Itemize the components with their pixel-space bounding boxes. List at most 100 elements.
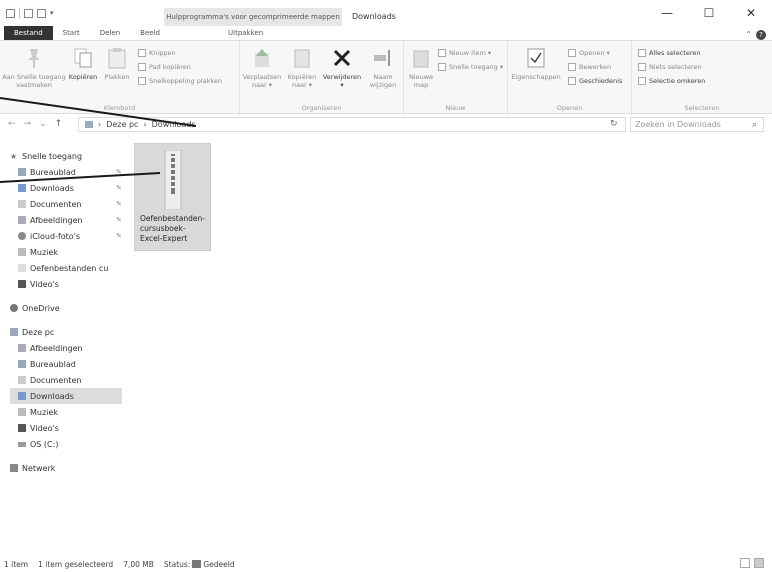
pin-quick-access-button[interactable]: Aan Snelle toegang vastmaken: [2, 47, 66, 89]
status-item-count: 1 item: [4, 559, 29, 569]
drive-icon: [18, 441, 26, 447]
search-input[interactable]: Zoeken in Downloads ⌕: [630, 117, 764, 132]
sidebar-item-desktop[interactable]: Bureaublad ✎: [10, 164, 122, 180]
checkmark-properties-icon: [527, 48, 545, 68]
rename-icon: [374, 50, 390, 66]
paste-shortcut-button[interactable]: Snelkoppeling plakken: [138, 77, 222, 85]
shortcut-icon: [138, 77, 146, 85]
copy-to-button[interactable]: Kopiëren naar ▾: [284, 47, 320, 89]
icloud-icon: [18, 232, 26, 240]
details-view-icon[interactable]: [740, 558, 750, 568]
select-none-icon: [638, 63, 646, 71]
ribbon-collapse-icon[interactable]: ⌃: [745, 30, 752, 39]
star-icon: ★: [10, 152, 18, 161]
paste-button[interactable]: Plakken: [102, 47, 132, 81]
copy-path-button[interactable]: Pad kopiëren: [138, 63, 191, 71]
cut-button[interactable]: Knippen: [138, 49, 176, 57]
search-icon[interactable]: ⌕: [752, 120, 757, 130]
pin-icon[interactable]: ✎: [116, 168, 122, 176]
open-button[interactable]: Openen ▾: [568, 49, 610, 57]
pictures-folder-icon: [18, 344, 26, 352]
properties-icon[interactable]: [24, 8, 33, 18]
refresh-button[interactable]: ↻: [610, 119, 618, 129]
pin-icon[interactable]: ✎: [116, 216, 122, 224]
easy-access-button[interactable]: Snelle toegang ▾: [438, 63, 503, 71]
sidebar-item-documents-quick[interactable]: Documenten ✎: [10, 196, 122, 212]
history-button[interactable]: Geschiedenis: [568, 77, 622, 85]
sidebar-item-music[interactable]: Muziek: [10, 404, 122, 420]
maximize-button[interactable]: ☐: [688, 0, 730, 26]
status-state-value: Gedeeld: [203, 559, 235, 569]
tab-start[interactable]: Start: [53, 26, 90, 40]
folder-icon[interactable]: [6, 8, 15, 18]
sidebar-item-network[interactable]: Netwerk: [10, 460, 122, 476]
edit-button[interactable]: Bewerken: [568, 63, 611, 71]
status-size: 7,00 MB: [123, 559, 154, 569]
sidebar-item-icloud-photos[interactable]: iCloud-foto's ✎: [10, 228, 122, 244]
group-new: Nieuwe map Nieuw item ▾ Snelle toegang ▾…: [404, 41, 508, 115]
sidebar-item-downloads-quick[interactable]: Downloads ✎: [10, 180, 122, 196]
select-all-button[interactable]: Alles selecteren: [638, 49, 700, 57]
pin-icon[interactable]: ✎: [116, 184, 122, 192]
history-icon: [568, 77, 576, 85]
breadcrumb-this-pc[interactable]: Deze pc: [106, 120, 138, 129]
delete-button[interactable]: Verwijderen ▾: [322, 47, 362, 89]
window-title: Downloads: [352, 12, 396, 21]
breadcrumb-separator: ›: [143, 120, 147, 129]
search-placeholder: Zoeken in Downloads: [635, 120, 721, 129]
music-folder-icon: [18, 408, 26, 416]
close-button[interactable]: ✕: [730, 0, 772, 26]
tab-file[interactable]: Bestand: [4, 26, 53, 40]
sidebar-item-videos[interactable]: Video's: [10, 420, 122, 436]
sidebar-item-music-quick[interactable]: Muziek: [10, 244, 122, 260]
sidebar-item-pictures[interactable]: Afbeeldingen: [10, 340, 122, 356]
new-folder-button[interactable]: Nieuwe map: [408, 47, 434, 89]
group-label-select: Selecteren: [684, 104, 720, 112]
properties-button[interactable]: Eigenschappen: [510, 47, 562, 81]
large-icons-view-icon[interactable]: [754, 558, 764, 568]
breadcrumb-downloads[interactable]: Downloads: [152, 120, 196, 129]
sidebar-item-drive-c[interactable]: OS (C:): [10, 436, 122, 452]
sidebar-item-oefenbestanden[interactable]: Oefenbestanden cu: [10, 260, 122, 276]
pin-icon[interactable]: ✎: [116, 232, 122, 240]
address-row: ← → ⌄ ↑ › Deze pc › Downloads ↻ Zoeken i…: [0, 114, 772, 134]
scissors-icon: [138, 49, 146, 57]
select-none-button[interactable]: Niets selecteren: [638, 63, 702, 71]
status-state-label: Status:: [163, 559, 191, 569]
new-item-button[interactable]: Nieuw item ▾: [438, 49, 491, 57]
pin-icon[interactable]: ✎: [116, 200, 122, 208]
invert-selection-button[interactable]: Selectie omkeren: [638, 77, 705, 85]
group-select: Alles selecteren Niets selecteren Select…: [632, 41, 772, 115]
sidebar-item-videos-quick[interactable]: Video's: [10, 276, 122, 292]
move-to-button[interactable]: Verplaatsen naar ▾: [242, 47, 282, 89]
sidebar-item-onedrive[interactable]: OneDrive: [10, 300, 122, 316]
group-label-new: Nieuw: [445, 104, 466, 112]
rename-button[interactable]: Naam wijzigen: [364, 47, 402, 89]
new-folder-icon[interactable]: [37, 8, 46, 18]
copy-to-icon: [294, 49, 310, 68]
sidebar-item-pictures-quick[interactable]: Afbeeldingen ✎: [10, 212, 122, 228]
help-icon[interactable]: ?: [756, 30, 766, 40]
sidebar-item-desktop-pc[interactable]: Bureaublad: [10, 356, 122, 372]
minimize-button[interactable]: —: [646, 0, 688, 26]
tab-share[interactable]: Delen: [90, 26, 130, 40]
sidebar-item-quick-access[interactable]: ★ Snelle toegang: [10, 148, 122, 164]
edit-icon: [568, 63, 576, 71]
file-item-zip[interactable]: Oefenbestanden-cursusboek-Excel-Expert: [134, 143, 211, 251]
window-controls: — ☐ ✕: [646, 0, 772, 26]
copy-button[interactable]: Kopiëren: [66, 47, 100, 81]
up-button[interactable]: ↑: [55, 119, 63, 129]
address-bar[interactable]: › Deze pc › Downloads: [78, 117, 626, 132]
desktop-folder-icon: [18, 360, 26, 368]
videos-folder-icon: [18, 280, 26, 288]
tab-view[interactable]: Beeld: [130, 26, 170, 40]
easy-access-icon: [438, 63, 446, 71]
sidebar-item-documents[interactable]: Documenten: [10, 372, 122, 388]
sidebar-item-downloads[interactable]: Downloads: [10, 388, 122, 404]
chevron-down-icon[interactable]: ▾: [50, 9, 54, 17]
recent-locations-button[interactable]: ⌄: [39, 119, 47, 129]
tab-extract[interactable]: Uitpakken: [218, 26, 273, 40]
back-button[interactable]: ←: [8, 119, 16, 129]
sidebar-item-this-pc[interactable]: Deze pc: [10, 324, 122, 340]
forward-button[interactable]: →: [24, 119, 32, 129]
